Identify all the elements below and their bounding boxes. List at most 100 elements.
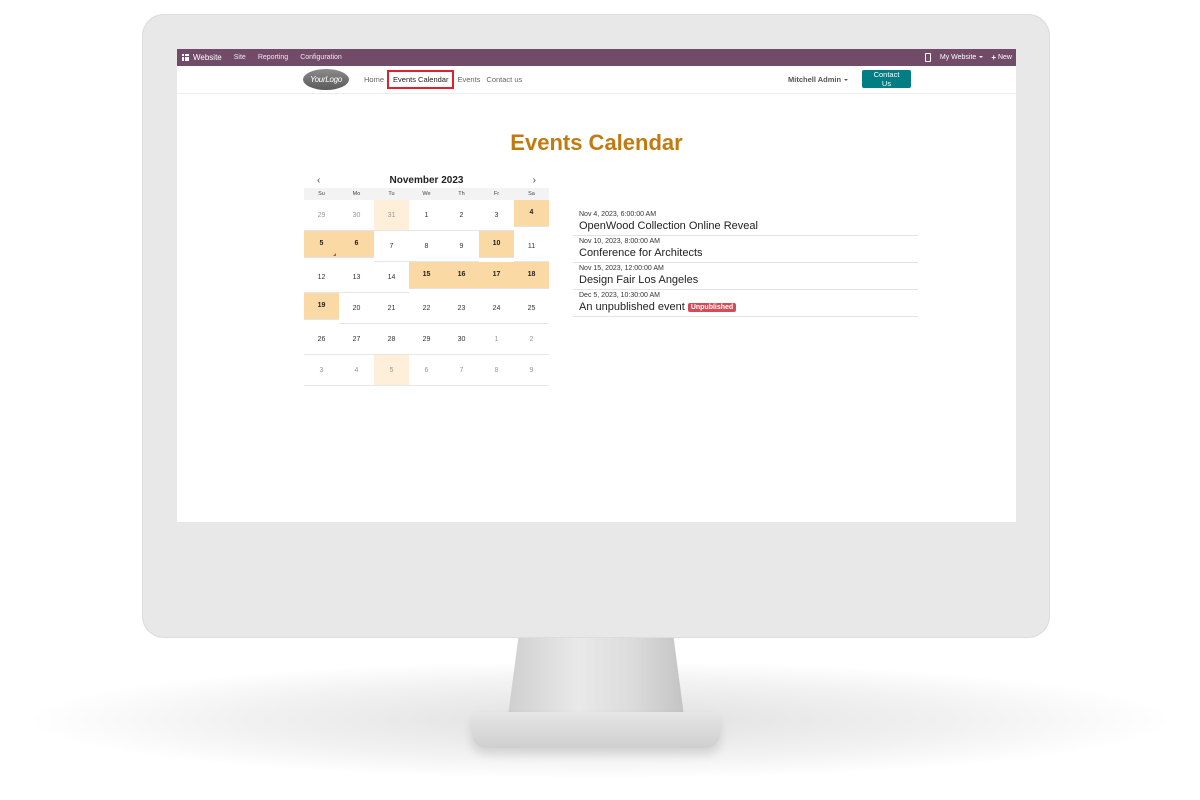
calendar-day-event[interactable]: 17 xyxy=(479,262,514,289)
calendar-day[interactable]: 14 xyxy=(374,262,409,293)
nav-link-events-calendar[interactable]: Events Calendar xyxy=(387,70,455,89)
day-number: 5 xyxy=(319,240,324,247)
calendar-day[interactable]: 2 xyxy=(514,324,549,355)
calendar-day-event[interactable]: 16 xyxy=(444,262,479,289)
nav-link-contact[interactable]: Contact us xyxy=(483,75,525,84)
event-item[interactable]: Nov 4, 2023, 6:00:00 AM OpenWood Collect… xyxy=(573,209,918,236)
calendar-day[interactable]: 9 xyxy=(444,231,479,262)
calendar-day[interactable]: 3 xyxy=(304,355,339,386)
calendar-day[interactable]: 1 xyxy=(479,324,514,355)
calendar-header: ‹ November 2023 › xyxy=(304,172,549,188)
unpublished-badge: Unpublished xyxy=(687,302,737,312)
calendar-day[interactable]: 21 xyxy=(374,293,409,324)
weekday-label: Su xyxy=(318,191,325,197)
event-item[interactable]: Dec 5, 2023, 10:30:00 AM An unpublished … xyxy=(573,290,918,317)
calendar-day-event[interactable]: 6 xyxy=(339,231,374,258)
nav-link-events[interactable]: Events xyxy=(454,75,483,84)
event-date: Nov 4, 2023, 6:00:00 AM xyxy=(579,211,657,218)
admin-brand[interactable]: Website xyxy=(193,53,222,62)
selected-marker-icon xyxy=(333,253,336,256)
monitor-stand-base xyxy=(472,712,720,748)
monitor-stand-neck xyxy=(508,636,684,716)
mobile-preview-icon[interactable] xyxy=(924,53,931,62)
calendar-day[interactable]: 1 xyxy=(409,200,444,231)
calendar-day[interactable]: 3 xyxy=(479,200,514,231)
calendar-day[interactable]: 29 xyxy=(304,200,339,231)
next-month-icon[interactable]: › xyxy=(533,175,536,186)
event-title[interactable]: An unpublished event xyxy=(579,301,685,313)
calendar-day-event[interactable]: 4 xyxy=(514,200,549,227)
weekday-label: Tu xyxy=(388,191,395,197)
calendar-day[interactable]: 30 xyxy=(339,200,374,231)
event-date: Dec 5, 2023, 10:30:00 AM xyxy=(579,292,660,299)
calendar-day-event[interactable]: 5 xyxy=(304,231,339,258)
calendar-day[interactable]: 26 xyxy=(304,324,339,355)
calendar-day[interactable]: 7 xyxy=(444,355,479,386)
admin-menu-reporting[interactable]: Reporting xyxy=(258,54,288,61)
calendar-day[interactable]: 2 xyxy=(444,200,479,231)
calendar-day[interactable]: 13 xyxy=(339,262,374,293)
admin-menu-site[interactable]: Site xyxy=(234,54,246,61)
calendar-days: 29 30 31 1 2 3 4 5 6 7 8 9 10 11 12 13 1… xyxy=(304,200,549,386)
nav-link-home[interactable]: Home xyxy=(361,75,387,84)
plus-icon: + xyxy=(991,53,996,62)
user-name: Mitchell Admin xyxy=(788,75,842,84)
calendar-day[interactable]: 7 xyxy=(374,231,409,262)
calendar-day[interactable]: 25 xyxy=(514,293,549,324)
page-title: Events Calendar xyxy=(510,130,683,155)
calendar-day-event[interactable]: 10 xyxy=(479,231,514,258)
event-title[interactable]: Design Fair Los Angeles xyxy=(579,274,698,286)
event-title-row: An unpublished event Unpublished xyxy=(579,301,912,313)
caret-down-icon xyxy=(844,79,849,82)
website-selector[interactable]: My Website xyxy=(939,54,984,61)
calendar-day[interactable]: 23 xyxy=(444,293,479,324)
caret-down-icon xyxy=(979,56,984,59)
calendar-day[interactable]: 8 xyxy=(479,355,514,386)
event-title[interactable]: OpenWood Collection Online Reveal xyxy=(579,220,758,232)
event-title-row: OpenWood Collection Online Reveal xyxy=(579,220,912,232)
calendar-day[interactable]: 12 xyxy=(304,262,339,293)
contact-us-button[interactable]: Contact Us xyxy=(862,70,911,88)
calendar-day[interactable]: 11 xyxy=(514,231,549,262)
event-item[interactable]: Nov 15, 2023, 12:00:00 AM Design Fair Lo… xyxy=(573,263,918,290)
calendar-day[interactable]: 28 xyxy=(374,324,409,355)
event-date: Nov 10, 2023, 8:00:00 AM xyxy=(579,238,660,245)
calendar-day-event[interactable]: 18 xyxy=(514,262,549,289)
calendar-month-label: November 2023 xyxy=(389,174,464,186)
site-logo[interactable]: YourLogo xyxy=(303,69,349,90)
apps-menu[interactable]: Website xyxy=(182,53,234,62)
events-calendar-widget: ‹ November 2023 › Su Mo Tu We Th Fr Sa 2… xyxy=(304,172,549,386)
calendar-day[interactable]: 9 xyxy=(514,355,549,386)
calendar-day[interactable]: 29 xyxy=(409,324,444,355)
calendar-day[interactable]: 24 xyxy=(479,293,514,324)
calendar-day[interactable]: 4 xyxy=(339,355,374,386)
calendar-day[interactable]: 22 xyxy=(409,293,444,324)
calendar-day[interactable]: 8 xyxy=(409,231,444,262)
calendar-day[interactable]: 27 xyxy=(339,324,374,355)
event-title-row: Design Fair Los Angeles xyxy=(579,274,912,286)
calendar-day[interactable]: 5 xyxy=(374,355,409,386)
calendar-day[interactable]: 30 xyxy=(444,324,479,355)
calendar-day[interactable]: 6 xyxy=(409,355,444,386)
website-selector-label: My Website xyxy=(939,54,977,61)
nav-links: Home Events Calendar Events Contact us xyxy=(361,66,525,93)
calendar-day-event[interactable]: 15 xyxy=(409,262,444,289)
site-navbar: YourLogo Home Events Calendar Events Con… xyxy=(177,66,1016,94)
calendar-day[interactable]: 31 xyxy=(374,200,409,231)
prev-month-icon[interactable]: ‹ xyxy=(317,175,320,186)
weekday-label: Mo xyxy=(352,191,361,197)
weekday-label: Th xyxy=(458,191,465,197)
calendar-day[interactable]: 20 xyxy=(339,293,374,324)
new-button[interactable]: + New xyxy=(991,53,1012,62)
admin-menu-configuration[interactable]: Configuration xyxy=(300,54,342,61)
weekday-label: We xyxy=(422,191,431,197)
event-item[interactable]: Nov 10, 2023, 8:00:00 AM Conference for … xyxy=(573,236,918,263)
weekday-header: Su Mo Tu We Th Fr Sa xyxy=(304,188,549,200)
event-date: Nov 15, 2023, 12:00:00 AM xyxy=(579,265,664,272)
calendar-day-event[interactable]: 19 xyxy=(304,293,339,320)
user-menu[interactable]: Mitchell Admin xyxy=(788,75,849,84)
apps-grid-icon[interactable] xyxy=(182,54,189,61)
event-title[interactable]: Conference for Architects xyxy=(579,247,703,259)
event-title-row: Conference for Architects xyxy=(579,247,912,259)
admin-bar: Website Site Reporting Configuration My … xyxy=(177,49,1016,66)
